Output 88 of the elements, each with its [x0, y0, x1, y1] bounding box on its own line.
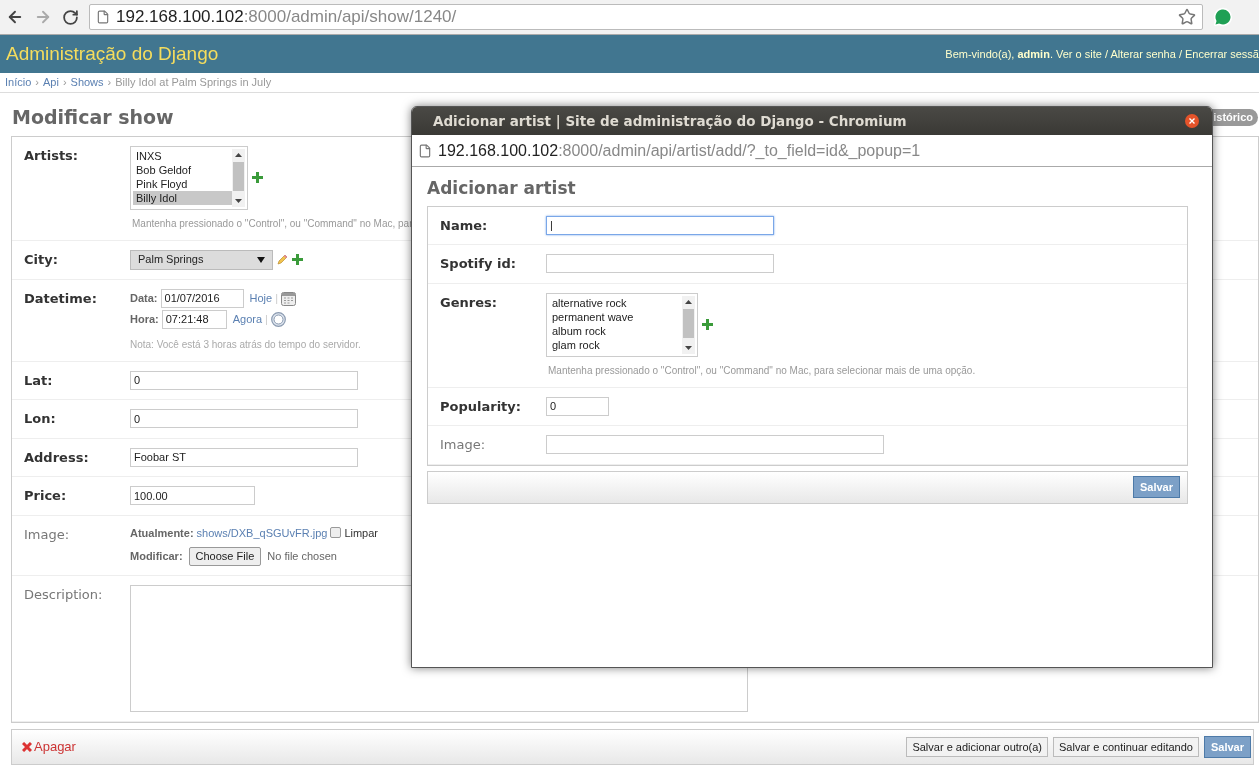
current-file-link[interactable]: shows/DXB_qSGUvFR.jpg — [196, 524, 328, 541]
bookmark-star-icon[interactable] — [1178, 8, 1196, 26]
forward-icon[interactable] — [34, 8, 52, 26]
site-title[interactable]: Administração do Django — [6, 39, 219, 69]
close-icon[interactable] — [1185, 114, 1199, 128]
pencil-icon[interactable] — [277, 254, 288, 265]
caret-icon — [257, 256, 265, 263]
text-field[interactable] — [546, 435, 884, 454]
current-label: Atualmente: — [130, 525, 194, 541]
multi-select-list[interactable]: alternative rock permanent wave album rock glam rock — [546, 292, 698, 357]
city-select[interactable]: Palm Springs — [130, 249, 273, 270]
chat-extension-icon[interactable] — [1213, 7, 1233, 27]
reload-icon[interactable] — [62, 8, 79, 26]
today-link[interactable]: Hoje — [249, 289, 273, 307]
field-label: Name: — [440, 216, 489, 235]
field-label: Spotify id: — [440, 255, 517, 273]
change-label: Modificar: — [130, 549, 183, 565]
choose-file-button[interactable]: Choose File — [188, 547, 262, 566]
secondary-save-button[interactable]: Salvar e adicionar outro(a) — [906, 737, 1049, 757]
text-field[interactable]: Foobar ST — [130, 447, 358, 467]
address-bar[interactable]: 192.168.100.102:8000/admin/api/show/1240/ — [89, 4, 1203, 30]
url-text: 192.168.100.102:8000/admin/api/artist/add/?_to_field=id&_popup=1 — [438, 140, 921, 161]
calendar-icon[interactable] — [281, 290, 296, 306]
add-icon[interactable] — [292, 254, 303, 265]
delete-icon — [22, 742, 32, 752]
help-text: Mantenha pressionado o "Control", ou "Command" no Mac, para selecionar mais de uma opção. — [547, 363, 976, 378]
time-label: Hora: — [130, 311, 159, 327]
breadcrumb-current: Billy Idol at Palm Springs in July — [115, 75, 272, 91]
delete-link[interactable]: Apagar — [22, 737, 76, 757]
popup-heading: Adicionar artist — [427, 178, 576, 198]
help-text: Mantenha pressionado o "Control", ou "Command" no Mac, par — [131, 216, 413, 231]
user-tools: Bem-vindo(a), admin. Ver o site / Alterar senha / Encerrar sessã — [945, 46, 1259, 62]
list-option[interactable]: INXS — [133, 148, 232, 163]
url-text: 192.168.100.102:8000/admin/api/show/1240/ — [116, 6, 457, 29]
field-label: Datetime: — [24, 289, 98, 308]
file-status: No file chosen — [267, 549, 337, 565]
breadcrumb-separator: › — [35, 75, 39, 91]
text-field[interactable]: 0 — [130, 409, 358, 428]
list-option[interactable]: album rock — [549, 323, 682, 338]
multi-select-list[interactable]: INXS Bob Geldof Pink Floyd Billy Idol — [130, 145, 248, 210]
list-option[interactable]: Billy Idol — [133, 190, 232, 205]
breadcrumb-separator: › — [62, 75, 67, 91]
field-label: Popularity: — [440, 397, 522, 416]
field-label: Image: — [440, 436, 487, 454]
breadcrumb-link[interactable]: Início — [5, 74, 32, 91]
list-option[interactable]: permanent wave — [549, 309, 682, 324]
list-option[interactable]: alternative rock — [549, 295, 682, 310]
link-separator: | — [265, 311, 268, 327]
field-label: City: — [24, 250, 59, 269]
field-label: Price: — [24, 487, 68, 505]
time-field[interactable]: 07:21:48 — [161, 309, 227, 329]
field-label: Lat: — [24, 371, 54, 390]
secondary-save-button[interactable]: Salvar e continuar editando — [1053, 737, 1199, 757]
scrollbar[interactable] — [232, 148, 245, 207]
list-option[interactable]: glam rock — [549, 337, 682, 352]
clock-icon[interactable] — [270, 311, 286, 327]
page-icon — [418, 143, 432, 158]
link-separator: | — [275, 290, 278, 306]
scrollbar[interactable] — [682, 295, 695, 354]
page-title: Modificar show — [12, 105, 174, 130]
field-label: Image: — [24, 525, 71, 544]
text-field[interactable]: 0 — [130, 370, 358, 390]
field-label: Lon: — [24, 410, 57, 428]
field-label: Genres: — [440, 293, 498, 312]
popup-address-bar[interactable]: 192.168.100.102:8000/admin/api/artist/add/?_to_field=id&_popup=1 — [412, 135, 1212, 167]
date-label: Data: — [130, 290, 158, 306]
text-field[interactable]: 0 — [546, 396, 609, 416]
add-icon[interactable] — [702, 319, 713, 330]
add-icon[interactable] — [252, 172, 263, 183]
field-label: Description: — [24, 586, 104, 604]
back-icon[interactable] — [6, 8, 24, 26]
text-field[interactable]: 100.00 — [130, 486, 255, 505]
clear-label: Limpar — [344, 525, 378, 541]
date-field[interactable]: 01/07/2016 — [160, 288, 244, 308]
popup-window-title: Adicionar artist | Site de administração do Django - Chromium — [433, 111, 907, 132]
field-label: Artists: — [24, 146, 80, 165]
field-label: Address: — [24, 448, 90, 467]
list-option[interactable]: Bob Geldof — [133, 162, 232, 177]
text-field[interactable]: | — [546, 215, 774, 235]
text-field[interactable] — [546, 254, 774, 273]
clear-checkbox[interactable] — [330, 527, 342, 539]
list-option[interactable]: Pink Floyd — [133, 176, 232, 191]
timezone-note: Nota: Você está 3 horas atrás do tempo do servidor. — [130, 337, 361, 352]
page-icon — [96, 10, 110, 24]
breadcrumb-separator: › — [107, 75, 112, 91]
breadcrumb-link[interactable]: Shows — [70, 74, 104, 91]
breadcrumb-link[interactable]: Api — [42, 74, 59, 91]
now-link[interactable]: Agora — [232, 310, 263, 328]
